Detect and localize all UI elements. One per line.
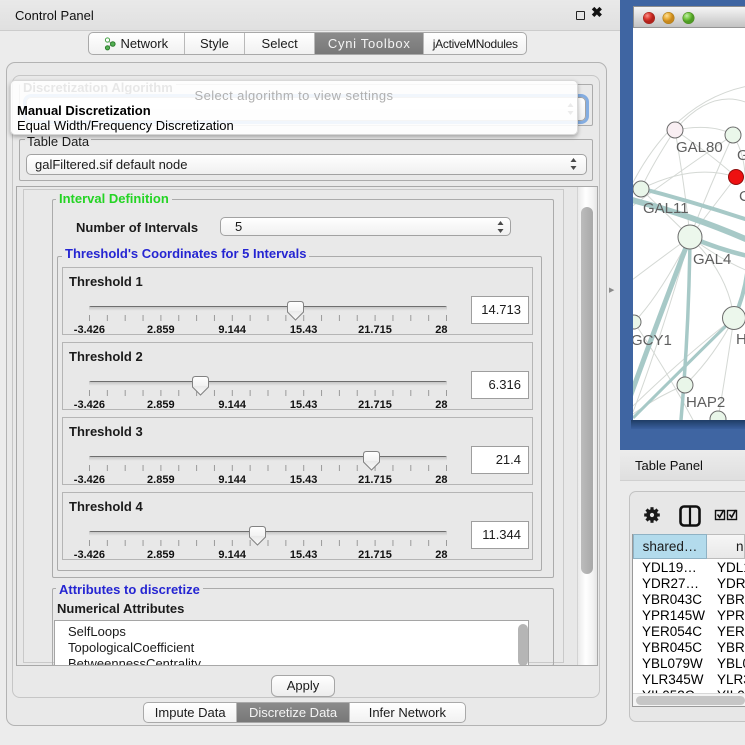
svg-text:GAL4: GAL4 xyxy=(693,251,731,268)
svg-text:H: H xyxy=(736,331,745,348)
svg-text:HAP2: HAP2 xyxy=(686,394,725,411)
svg-text:GCY1: GCY1 xyxy=(633,332,672,349)
svg-text:GAL11: GAL11 xyxy=(643,200,689,217)
svg-text:GAL80: GAL80 xyxy=(676,139,723,156)
svg-text:GA: GA xyxy=(737,147,745,164)
svg-text:C: C xyxy=(739,188,745,205)
